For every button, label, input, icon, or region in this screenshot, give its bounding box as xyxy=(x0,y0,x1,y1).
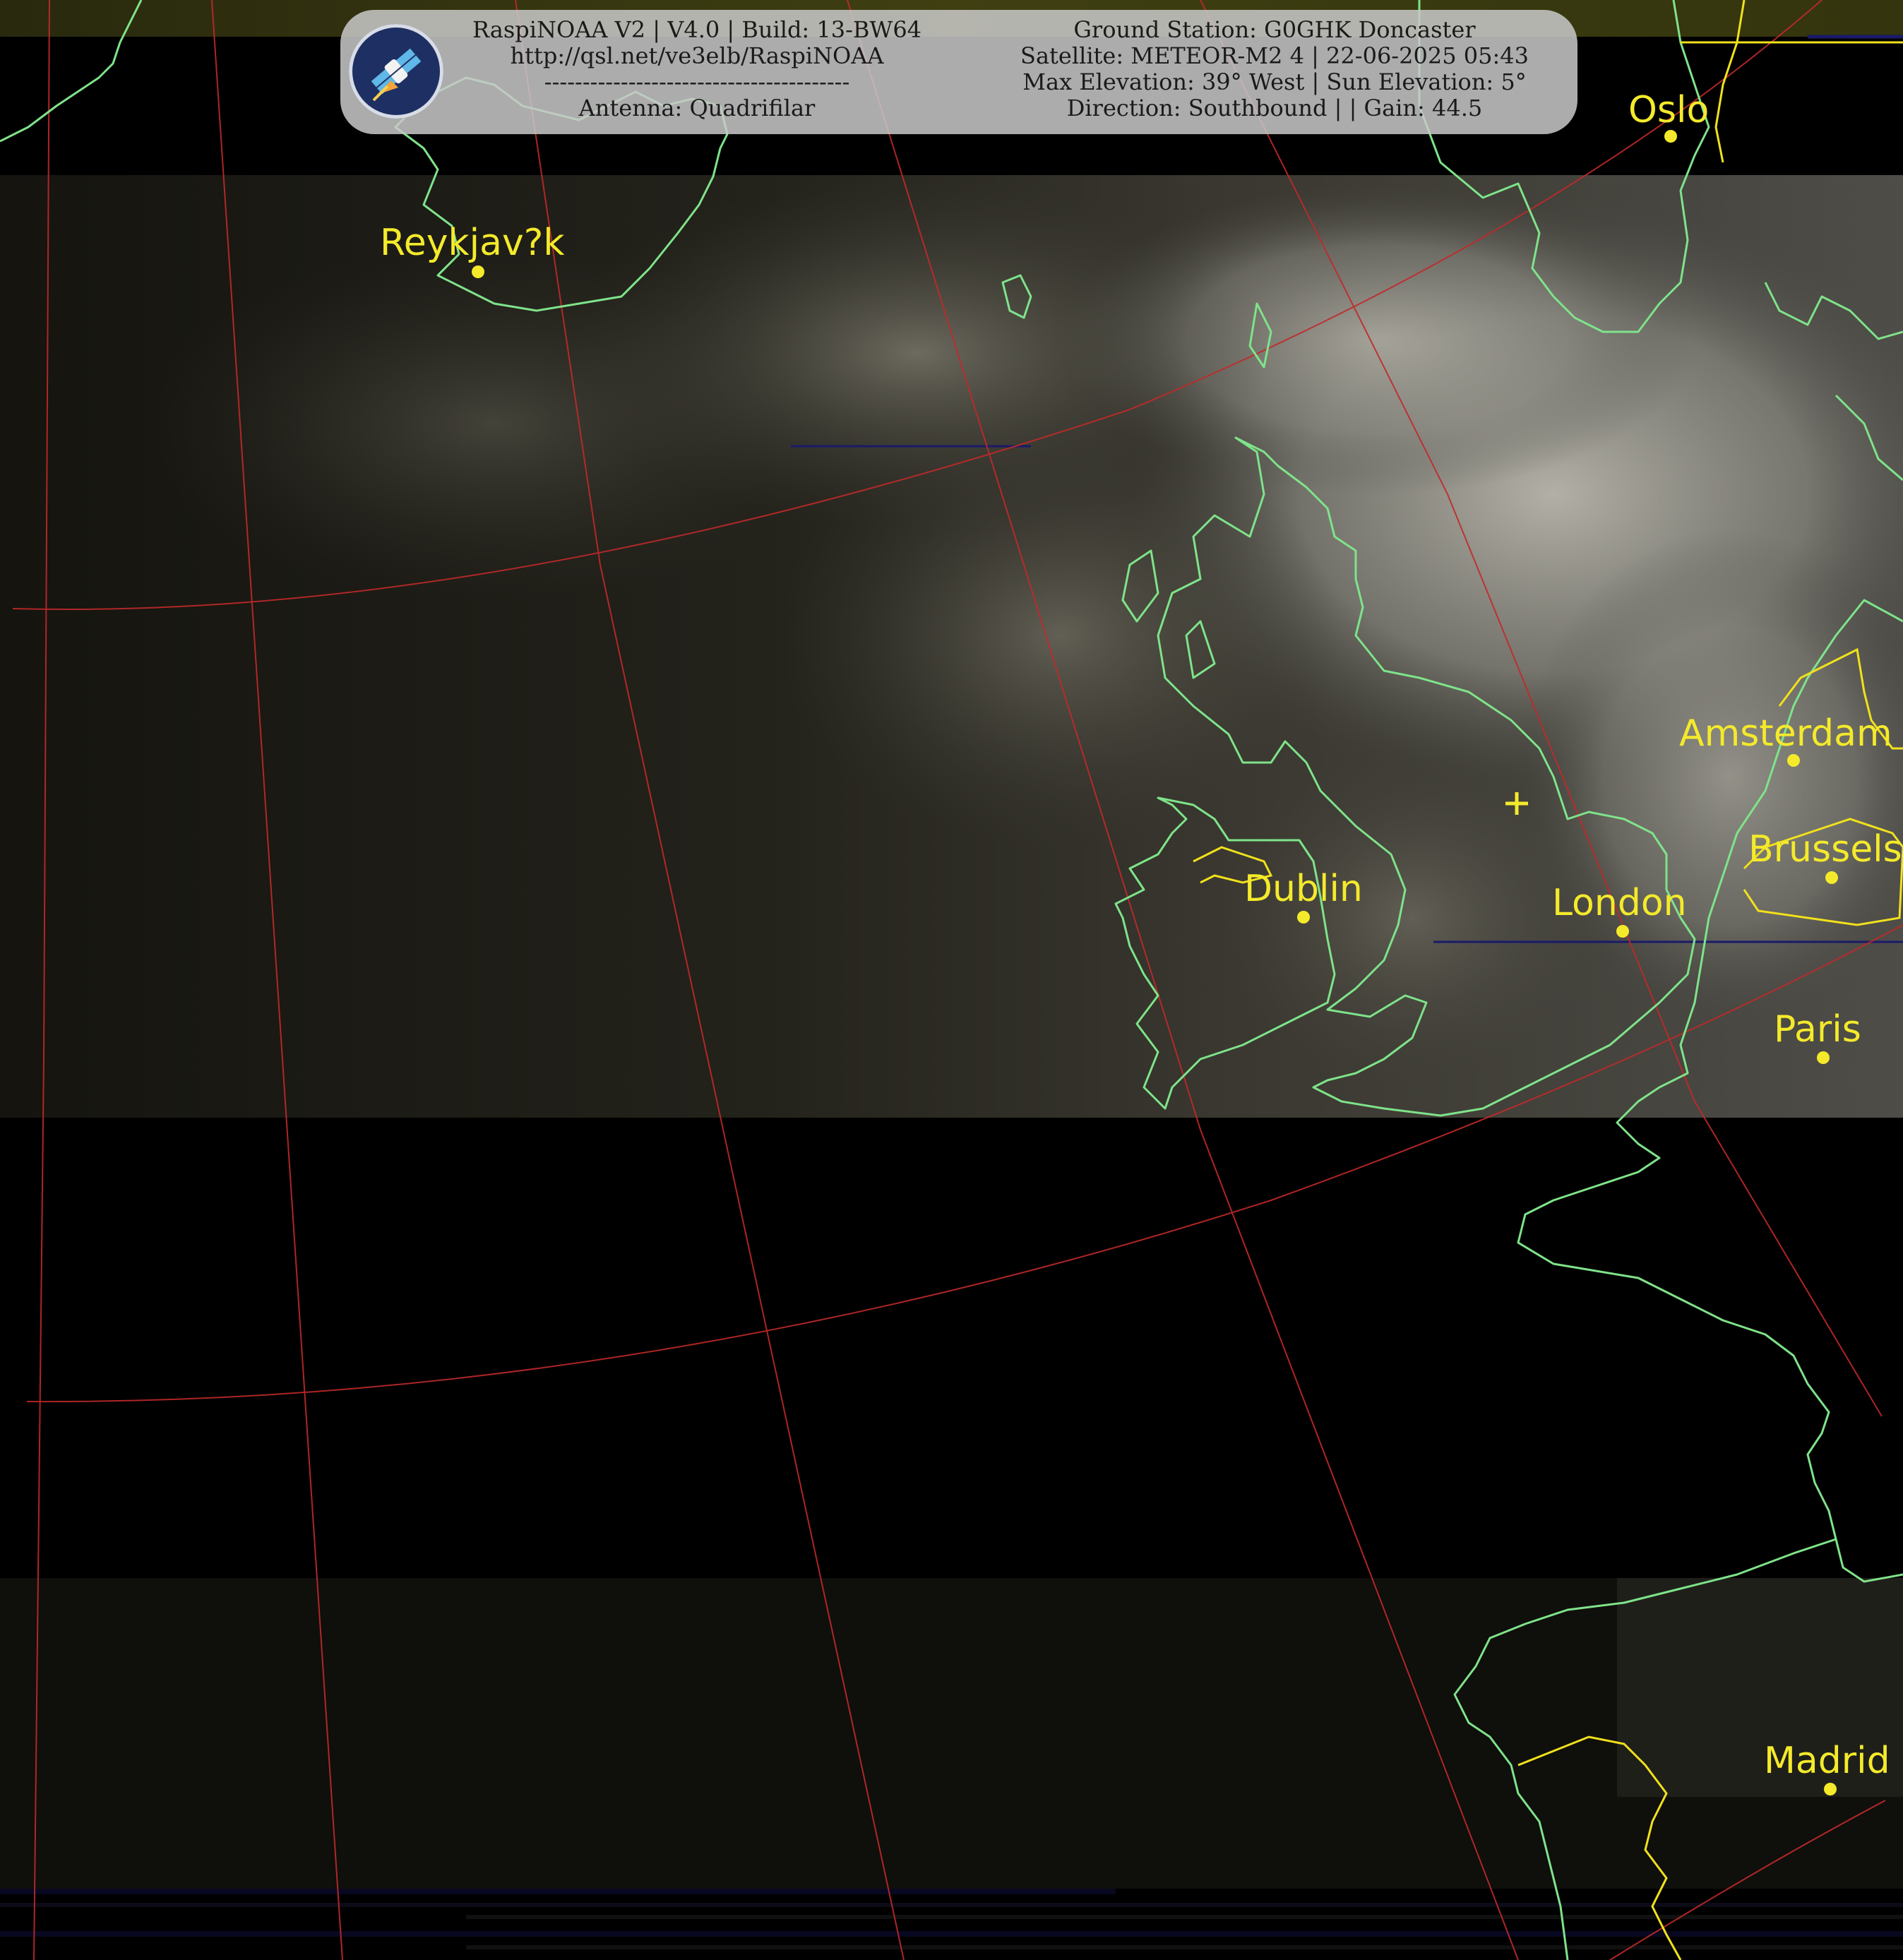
dublin-dot xyxy=(1297,911,1310,924)
paris-dot xyxy=(1817,1051,1830,1064)
brussels-dot xyxy=(1825,871,1838,884)
satellite-map xyxy=(0,0,1903,1960)
cloud-imagery xyxy=(0,175,1903,1118)
city-label-dublin: Dublin xyxy=(1244,868,1363,910)
oslo-dot xyxy=(1664,130,1677,143)
reykjavik-dot xyxy=(472,265,484,278)
banner-line-url[interactable]: http://qsl.net/ve3elb/RaspiNOAA xyxy=(453,43,941,69)
banner-line-antenna: Antenna: Quadrifilar xyxy=(578,95,816,121)
banner-line-satellite: Satellite: METEOR-M2 4 | 22-06-2025 05:4… xyxy=(1020,42,1529,69)
banner-line-elevation: Max Elevation: 39° West | Sun Elevation:… xyxy=(1022,68,1527,95)
banner-line-separator: ---------------------------------------- xyxy=(544,68,850,95)
city-label-paris: Paris xyxy=(1774,1008,1861,1051)
city-label-oslo: Oslo xyxy=(1628,89,1710,131)
banner-line-ground-station: Ground Station: G0GHK Doncaster xyxy=(1073,16,1476,43)
banner-left-column: RaspiNOAA V2 | V4.0 | Build: 13-BW64 htt… xyxy=(453,17,941,121)
banner-line-direction: Direction: Southbound | | Gain: 44.5 xyxy=(1066,95,1483,121)
city-label-brussels: Brussels xyxy=(1748,828,1902,871)
london-dot xyxy=(1616,925,1629,938)
banner-right-column: Ground Station: G0GHK Doncaster Satellit… xyxy=(983,17,1566,121)
banner-line-software: RaspiNOAA V2 | V4.0 | Build: 13-BW64 xyxy=(472,16,922,43)
madrid-dot xyxy=(1824,1783,1837,1795)
city-label-reykjavik: Reykjav?k xyxy=(380,222,565,264)
city-label-madrid: Madrid xyxy=(1764,1740,1890,1782)
satellite-icon xyxy=(349,24,443,119)
city-label-amsterdam: Amsterdam xyxy=(1679,712,1892,755)
city-label-london: London xyxy=(1552,882,1687,924)
info-banner: RaspiNOAA V2 | V4.0 | Build: 13-BW64 htt… xyxy=(340,10,1577,134)
amsterdam-dot xyxy=(1787,754,1800,767)
